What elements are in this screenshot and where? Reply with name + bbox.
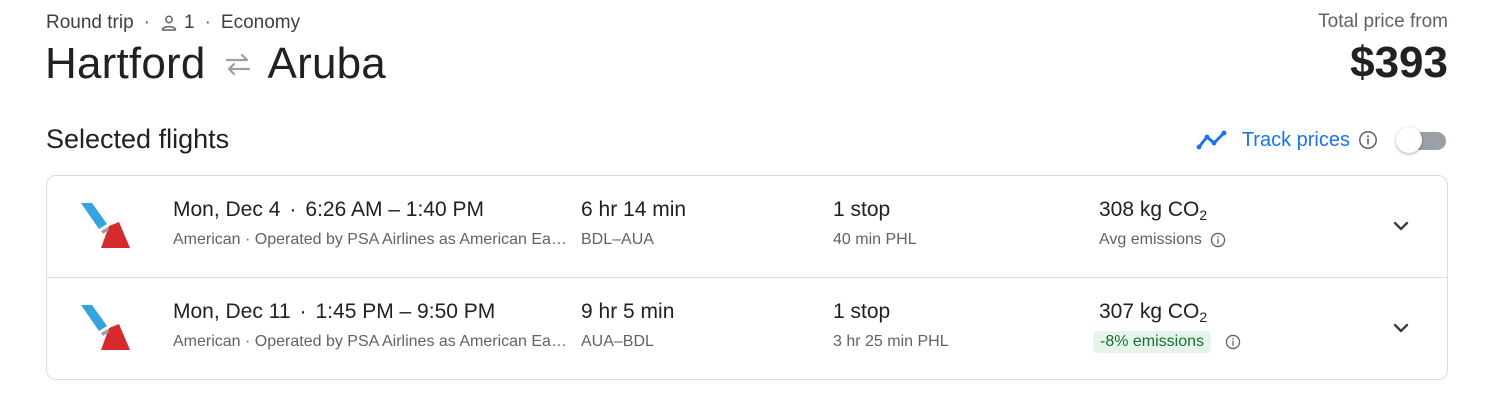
toggle-knob [1396,127,1422,153]
section-title: Selected flights [46,124,230,154]
selected-flights-card: Mon, Dec 4 · 6:26 AM – 1:40 PM American · … [46,175,1448,380]
co2-value: 307 kg CO [1099,300,1200,323]
flight-schedule: Mon, Dec 4 · 6:26 AM – 1:40 PM [173,198,484,222]
co2-subscript: 2 [1199,207,1208,223]
separator-dot: · [204,12,211,33]
swap-arrows-icon [222,48,254,80]
route-title: Hartford Aruba [45,38,386,90]
person-icon [160,14,178,32]
flight-row[interactable]: Mon, Dec 11 · 1:45 PM – 9:50 PM American ·… [47,278,1447,379]
total-price: $393 [1350,38,1448,87]
track-prices-label[interactable]: Track prices [1242,129,1350,152]
chevron-down-icon[interactable] [1389,214,1413,238]
total-price-label: Total price from [1318,11,1448,32]
destination-city: Aruba [267,39,386,88]
flight-stops: 1 stop [833,198,891,221]
separator-dot: · [299,300,307,323]
emissions-badge: -8% emissions [1093,331,1212,353]
airline-info: American · Operated by PSA Airlines as A… [173,231,571,248]
flight-times: 6:26 AM – 1:40 PM [305,198,484,221]
flight-stops: 1 stop [833,300,891,323]
emissions-info: -8% emissions [1093,331,1241,353]
chevron-down-icon[interactable] [1389,316,1413,340]
info-icon[interactable] [1210,232,1226,248]
layover-info: 3 hr 25 min PHL [833,333,949,350]
flight-date: Mon, Dec 11 [173,300,291,323]
flight-airports: BDL–AUA [581,231,654,248]
trend-line-icon [1196,128,1230,152]
flight-schedule: Mon, Dec 11 · 1:45 PM – 9:50 PM [173,300,495,324]
flight-airports: AUA–BDL [581,333,654,350]
co2-value: 308 kg CO [1099,198,1200,221]
flight-row[interactable]: Mon, Dec 4 · 6:26 AM – 1:40 PM American · … [47,176,1447,278]
info-icon[interactable] [1358,130,1378,150]
co2-emissions: 308 kg CO2 [1099,198,1207,223]
separator-dot: · [143,12,150,33]
emissions-info: Avg emissions [1099,229,1226,251]
cabin-class: Economy [220,12,301,33]
american-airlines-logo [79,302,131,350]
track-prices[interactable]: Track prices [1196,122,1448,158]
origin-city: Hartford [45,39,206,88]
american-airlines-logo [79,200,131,248]
flight-duration: 9 hr 5 min [581,300,675,323]
passenger-count: 1 [184,12,195,33]
flight-duration: 6 hr 14 min [581,198,687,221]
trip-type: Round trip [46,12,134,33]
flight-times: 1:45 PM – 9:50 PM [315,300,496,323]
emissions-label: Avg emissions [1099,231,1202,248]
flight-date: Mon, Dec 4 [173,198,281,221]
trip-summary: Round trip · 1 · Economy [46,11,300,35]
co2-subscript: 2 [1199,309,1208,325]
separator-dot: · [289,198,297,221]
airline-info: American · Operated by PSA Airlines as A… [173,333,571,350]
co2-emissions: 307 kg CO2 [1099,300,1207,325]
layover-info: 40 min PHL [833,231,917,248]
track-prices-toggle[interactable] [1396,127,1448,153]
info-icon[interactable] [1225,334,1241,350]
